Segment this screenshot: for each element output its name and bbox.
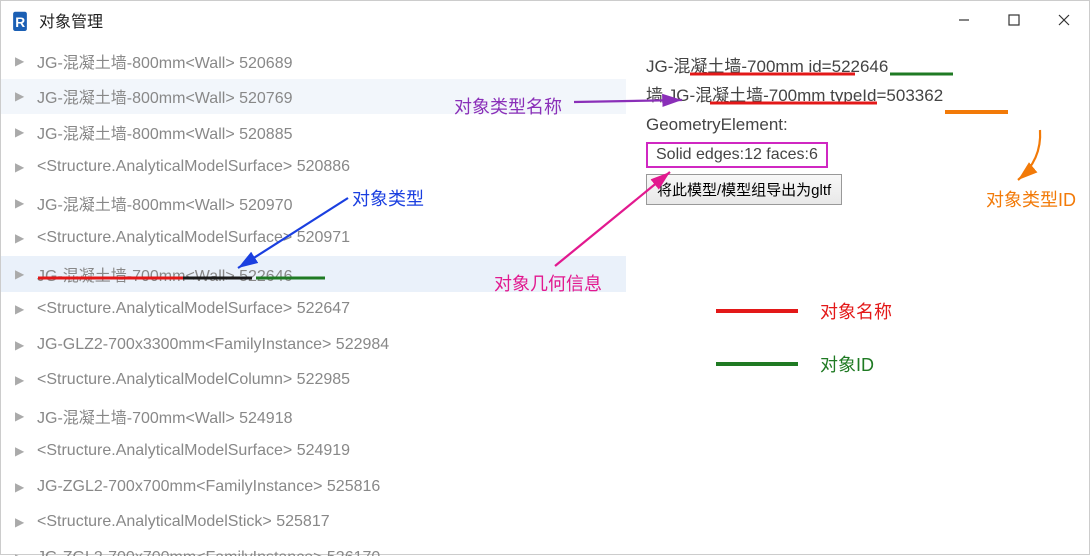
tree-label: JG-混凝土墙-700mm<Wall> 522646 — [37, 262, 293, 286]
caret-icon: ▶ — [15, 89, 33, 103]
solid-info-box: Solid edges:12 faces:6 — [646, 142, 828, 168]
caret-icon: ▶ — [15, 551, 33, 556]
content-area: ▶ JG-混凝土墙-800mm<Wall> 520689 ▶ JG-混凝土墙-800… — [1, 39, 1089, 556]
tree-label: JG-GLZ2-700x3300mm<FamilyInstance> 52298… — [37, 336, 389, 354]
window-title: 对象管理 — [39, 8, 103, 32]
titlebar: R 对象管理 — [1, 1, 1089, 39]
export-gltf-button[interactable]: 将此模型/模型组导出为gltf — [646, 174, 842, 205]
tree-label: JG-混凝土墙-800mm<Wall> 520970 — [37, 191, 293, 215]
minimize-button[interactable] — [939, 1, 989, 39]
legend-obj-id: 对象ID — [716, 351, 874, 377]
object-tree[interactable]: ▶ JG-混凝土墙-800mm<Wall> 520689 ▶ JG-混凝土墙-800… — [1, 39, 626, 556]
tree-row[interactable]: ▶ JG-ZGL2-700x700mm<FamilyInstance> 52581… — [1, 469, 626, 505]
tree-row[interactable]: ▶ JG-GLZ2-700x3300mm<FamilyInstance> 5229… — [1, 327, 626, 363]
close-button[interactable] — [1039, 1, 1089, 39]
tree-row[interactable]: ▶ <Structure.AnalyticalModelColumn> 52298… — [1, 363, 626, 399]
tree-row[interactable]: ▶ <Structure.AnalyticalModelSurface> 5226… — [1, 292, 626, 328]
tree-row[interactable]: ▶ <Structure.AnalyticalModelSurface> 5209… — [1, 221, 626, 257]
svg-text:R: R — [15, 15, 25, 30]
tree-label: JG-混凝土墙-800mm<Wall> 520689 — [37, 49, 293, 73]
caret-icon: ▶ — [15, 160, 33, 174]
caret-icon: ▶ — [15, 444, 33, 458]
caret-icon: ▶ — [15, 338, 33, 352]
caret-icon: ▶ — [15, 409, 33, 423]
tree-label: JG-混凝土墙-800mm<Wall> 520885 — [37, 120, 293, 144]
tree-row[interactable]: ▶ <Structure.AnalyticalModelSurface> 5249… — [1, 434, 626, 470]
tree-label: JG-ZGL2-700x700mm<FamilyInstance> 525816 — [37, 478, 380, 496]
legend-obj-name: 对象名称 — [716, 298, 892, 324]
detail-geom-header: GeometryElement: — [646, 111, 1069, 140]
caret-icon: ▶ — [15, 196, 33, 210]
tree-label: <Structure.AnalyticalModelSurface> 52264… — [37, 300, 350, 318]
tree-row[interactable]: ▶ JG-混凝土墙-800mm<Wall> 520689 — [1, 43, 626, 79]
tree-label: JG-混凝土墙-800mm<Wall> 520769 — [37, 84, 293, 108]
legend-text: 对象名称 — [820, 298, 892, 324]
tree-label: <Structure.AnalyticalModelSurface> 52491… — [37, 442, 350, 460]
caret-icon: ▶ — [15, 125, 33, 139]
legend-bar-green — [716, 362, 798, 366]
legend-text: 对象ID — [820, 351, 874, 377]
tree-row-selected[interactable]: ▶ JG-混凝土墙-700mm<Wall> 522646 — [1, 256, 626, 292]
tree-row[interactable]: ▶ <Structure.AnalyticalModelSurface> 5208… — [1, 150, 626, 186]
tree-row[interactable]: ▶ JG-混凝土墙-800mm<Wall> 520769 — [1, 79, 626, 115]
tree-label: <Structure.AnalyticalModelStick> 525817 — [37, 513, 330, 531]
app-icon: R — [9, 9, 31, 31]
tree-label: JG-混凝土墙-700mm<Wall> 524918 — [37, 404, 293, 428]
detail-name-id: JG-混凝土墙-700mm id=522646 — [646, 53, 1069, 82]
tree-label: <Structure.AnalyticalModelSurface> 52088… — [37, 158, 350, 176]
caret-icon: ▶ — [15, 54, 33, 68]
detail-type-line: 墙 JG-混凝土墙-700mm typeId=503362 — [646, 82, 1069, 111]
caret-icon: ▶ — [15, 373, 33, 387]
caret-icon: ▶ — [15, 480, 33, 494]
tree-row[interactable]: ▶ JG-混凝土墙-800mm<Wall> 520885 — [1, 114, 626, 150]
caret-icon: ▶ — [15, 231, 33, 245]
tree-row[interactable]: ▶ <Structure.AnalyticalModelStick> 525817 — [1, 505, 626, 541]
legend-bar-red — [716, 309, 798, 313]
tree-row[interactable]: ▶ JG-混凝土墙-800mm<Wall> 520970 — [1, 185, 626, 221]
maximize-button[interactable] — [989, 1, 1039, 39]
window-controls — [939, 1, 1089, 39]
tree-row[interactable]: ▶JG-ZGL2-700x700mm<FamilyInstance> 52617… — [1, 540, 626, 556]
caret-icon: ▶ — [15, 515, 33, 529]
tree-label: <Structure.AnalyticalModelColumn> 522985 — [37, 371, 350, 389]
caret-icon: ▶ — [15, 267, 33, 281]
caret-icon: ▶ — [15, 302, 33, 316]
tree-label: <Structure.AnalyticalModelSurface> 52097… — [37, 229, 350, 247]
tree-row[interactable]: ▶ JG-混凝土墙-700mm<Wall> 524918 — [1, 398, 626, 434]
